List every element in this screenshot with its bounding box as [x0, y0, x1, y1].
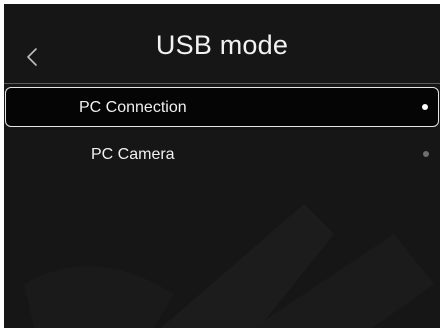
- option-label: PC Camera: [91, 146, 175, 163]
- usb-mode-screen: USB mode PC Connection PC Camera: [4, 4, 440, 328]
- header-divider: [4, 83, 440, 84]
- header: USB mode: [4, 4, 440, 84]
- option-pc-connection[interactable]: PC Connection: [5, 87, 439, 127]
- option-pc-camera[interactable]: PC Camera: [5, 133, 439, 173]
- selected-dot-icon: [422, 104, 428, 110]
- page-title: USB mode: [155, 30, 289, 60]
- usb-mode-options: PC Connection PC Camera: [4, 87, 440, 173]
- option-label: PC Connection: [79, 99, 187, 116]
- unselected-dot-icon: [423, 151, 429, 157]
